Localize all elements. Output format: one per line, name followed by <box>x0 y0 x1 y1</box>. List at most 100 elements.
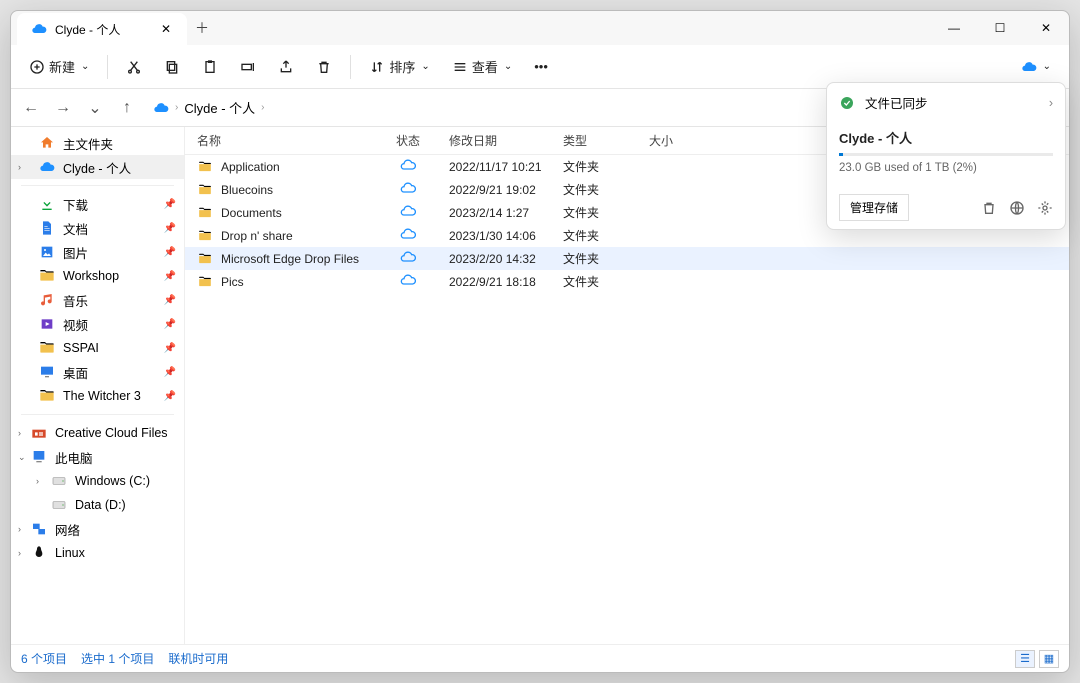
sidebar-item-linux[interactable]: › Linux <box>11 541 184 565</box>
file-name: Drop n' share <box>221 229 293 243</box>
breadcrumb[interactable]: › Clyde - 个人 › <box>153 98 264 117</box>
pin-icon[interactable]: 📌 <box>164 319 176 330</box>
globe-icon[interactable] <box>1009 200 1025 216</box>
sidebar-item-pinned[interactable]: The Witcher 3📌 <box>11 384 184 408</box>
pin-icon[interactable]: 📌 <box>164 343 176 354</box>
sidebar-label: 桌面 <box>63 363 88 382</box>
sidebar-item-ccf[interactable]: › Creative Cloud Files <box>11 421 184 445</box>
sync-status-row[interactable]: 文件已同步 › <box>827 83 1065 122</box>
share-button[interactable] <box>270 50 302 84</box>
sidebar-item-pinned[interactable]: 文档 📌 <box>11 216 184 240</box>
back-button[interactable]: ← <box>17 94 45 122</box>
file-date: 2022/9/21 19:02 <box>437 183 551 197</box>
sidebar-item-pinned[interactable]: 视频📌 <box>11 312 184 336</box>
cloud-icon <box>39 159 55 175</box>
sidebar-item-network[interactable]: › 网络 <box>11 517 184 541</box>
col-size[interactable]: 大小 <box>637 132 707 149</box>
sort-icon <box>369 59 385 75</box>
table-row[interactable]: Pics 2022/9/21 18:18 文件夹 <box>185 270 1069 293</box>
close-button[interactable]: ✕ <box>1023 11 1069 45</box>
download-icon <box>39 196 55 212</box>
rename-button[interactable] <box>232 50 264 84</box>
folder-icon <box>197 252 213 266</box>
pin-icon[interactable]: 📌 <box>164 295 176 306</box>
col-name[interactable]: 名称 <box>185 132 379 149</box>
sort-button[interactable]: 排序 <box>361 50 437 84</box>
pin-icon[interactable]: 📌 <box>164 199 176 210</box>
sidebar-item-pinned[interactable]: 桌面 📌 <box>11 360 184 384</box>
pin-icon[interactable]: 📌 <box>164 223 176 234</box>
pin-icon[interactable]: 📌 <box>164 391 176 402</box>
sidebar-item-pinned[interactable]: 音乐 📌 <box>11 288 184 312</box>
view-icon <box>452 59 468 75</box>
paste-button[interactable] <box>194 50 226 84</box>
file-date: 2023/2/14 1:27 <box>437 206 551 220</box>
chevron-right-icon[interactable]: › <box>36 476 39 486</box>
recent-button[interactable]: ⌄ <box>81 94 109 122</box>
chevron-right-icon: › <box>261 102 264 113</box>
sidebar-label: 音乐 <box>63 291 88 310</box>
sidebar-item-home[interactable]: 主文件夹 <box>11 131 184 155</box>
file-date: 2022/9/21 18:18 <box>437 275 551 289</box>
pin-icon[interactable]: 📌 <box>164 247 176 258</box>
file-type: 文件夹 <box>551 250 637 267</box>
chevron-right-icon[interactable]: › <box>18 428 21 438</box>
sidebar-label: 文档 <box>63 219 88 238</box>
delete-button[interactable] <box>308 50 340 84</box>
folder-icon <box>197 229 213 243</box>
titlebar: Clyde - 个人 ✕ ＋ — ☐ ✕ <box>11 11 1069 45</box>
view-button[interactable]: 查看 <box>444 50 520 84</box>
chevron-right-icon[interactable]: › <box>18 524 21 534</box>
sidebar-label: Creative Cloud Files <box>55 426 168 440</box>
pin-icon[interactable]: 📌 <box>164 271 176 282</box>
folder-icon <box>39 388 55 404</box>
tab-current[interactable]: Clyde - 个人 ✕ <box>17 13 187 45</box>
sidebar-item-cloud[interactable]: › Clyde - 个人 <box>11 155 184 179</box>
cut-icon <box>126 59 142 75</box>
file-date: 2022/11/17 10:21 <box>437 160 551 174</box>
recycle-bin-icon[interactable] <box>981 200 997 216</box>
view-details-button[interactable]: ☰ <box>1015 650 1035 668</box>
paste-icon <box>202 59 218 75</box>
folder-icon <box>197 183 213 197</box>
minimize-button[interactable]: — <box>931 11 977 45</box>
sidebar-item-pinned[interactable]: SSPAI📌 <box>11 336 184 360</box>
sidebar-item-drive-c[interactable]: › Windows (C:) <box>11 469 184 493</box>
folder-icon <box>39 340 55 356</box>
maximize-button[interactable]: ☐ <box>977 11 1023 45</box>
new-tab-button[interactable]: ＋ <box>187 11 217 45</box>
col-type[interactable]: 类型 <box>551 132 637 149</box>
up-button[interactable]: ↑ <box>113 94 141 122</box>
cloud-toolbar-button[interactable] <box>1013 50 1059 84</box>
table-row[interactable]: Microsoft Edge Drop Files 2023/2/20 14:3… <box>185 247 1069 270</box>
chevron-right-icon[interactable]: › <box>18 548 21 558</box>
view-thumbnails-button[interactable]: ▦ <box>1039 650 1059 668</box>
new-button[interactable]: 新建 <box>21 50 97 84</box>
pin-icon[interactable]: 📌 <box>164 367 176 378</box>
sync-status-text: 文件已同步 <box>865 93 928 112</box>
trash-icon <box>316 59 332 75</box>
sidebar-item-drive-d[interactable]: Data (D:) <box>11 493 184 517</box>
sidebar-item-pinned[interactable]: 图片📌 <box>11 240 184 264</box>
manage-storage-button[interactable]: 管理存储 <box>839 194 909 221</box>
more-button[interactable]: ••• <box>526 50 556 84</box>
folder-icon <box>197 160 213 174</box>
forward-button[interactable]: → <box>49 94 77 122</box>
chevron-right-icon[interactable]: › <box>18 162 21 172</box>
cloud-icon <box>153 100 169 116</box>
file-date: 2023/1/30 14:06 <box>437 229 551 243</box>
sidebar-item-thispc[interactable]: ⌄ 此电脑 <box>11 445 184 469</box>
cut-button[interactable] <box>118 50 150 84</box>
sidebar-label: Clyde - 个人 <box>63 158 131 177</box>
sidebar-label: 下载 <box>63 195 88 214</box>
tab-close-icon[interactable]: ✕ <box>159 22 173 36</box>
sidebar-item-pinned[interactable]: 下载 📌 <box>11 192 184 216</box>
breadcrumb-root[interactable]: Clyde - 个人 <box>184 98 255 117</box>
copy-button[interactable] <box>156 50 188 84</box>
chevron-down-icon[interactable]: ⌄ <box>18 452 26 463</box>
sidebar-item-pinned[interactable]: Workshop📌 <box>11 264 184 288</box>
share-icon <box>278 59 294 75</box>
col-date[interactable]: 修改日期 <box>437 132 551 149</box>
copy-icon <box>164 59 180 75</box>
gear-icon[interactable] <box>1037 200 1053 216</box>
